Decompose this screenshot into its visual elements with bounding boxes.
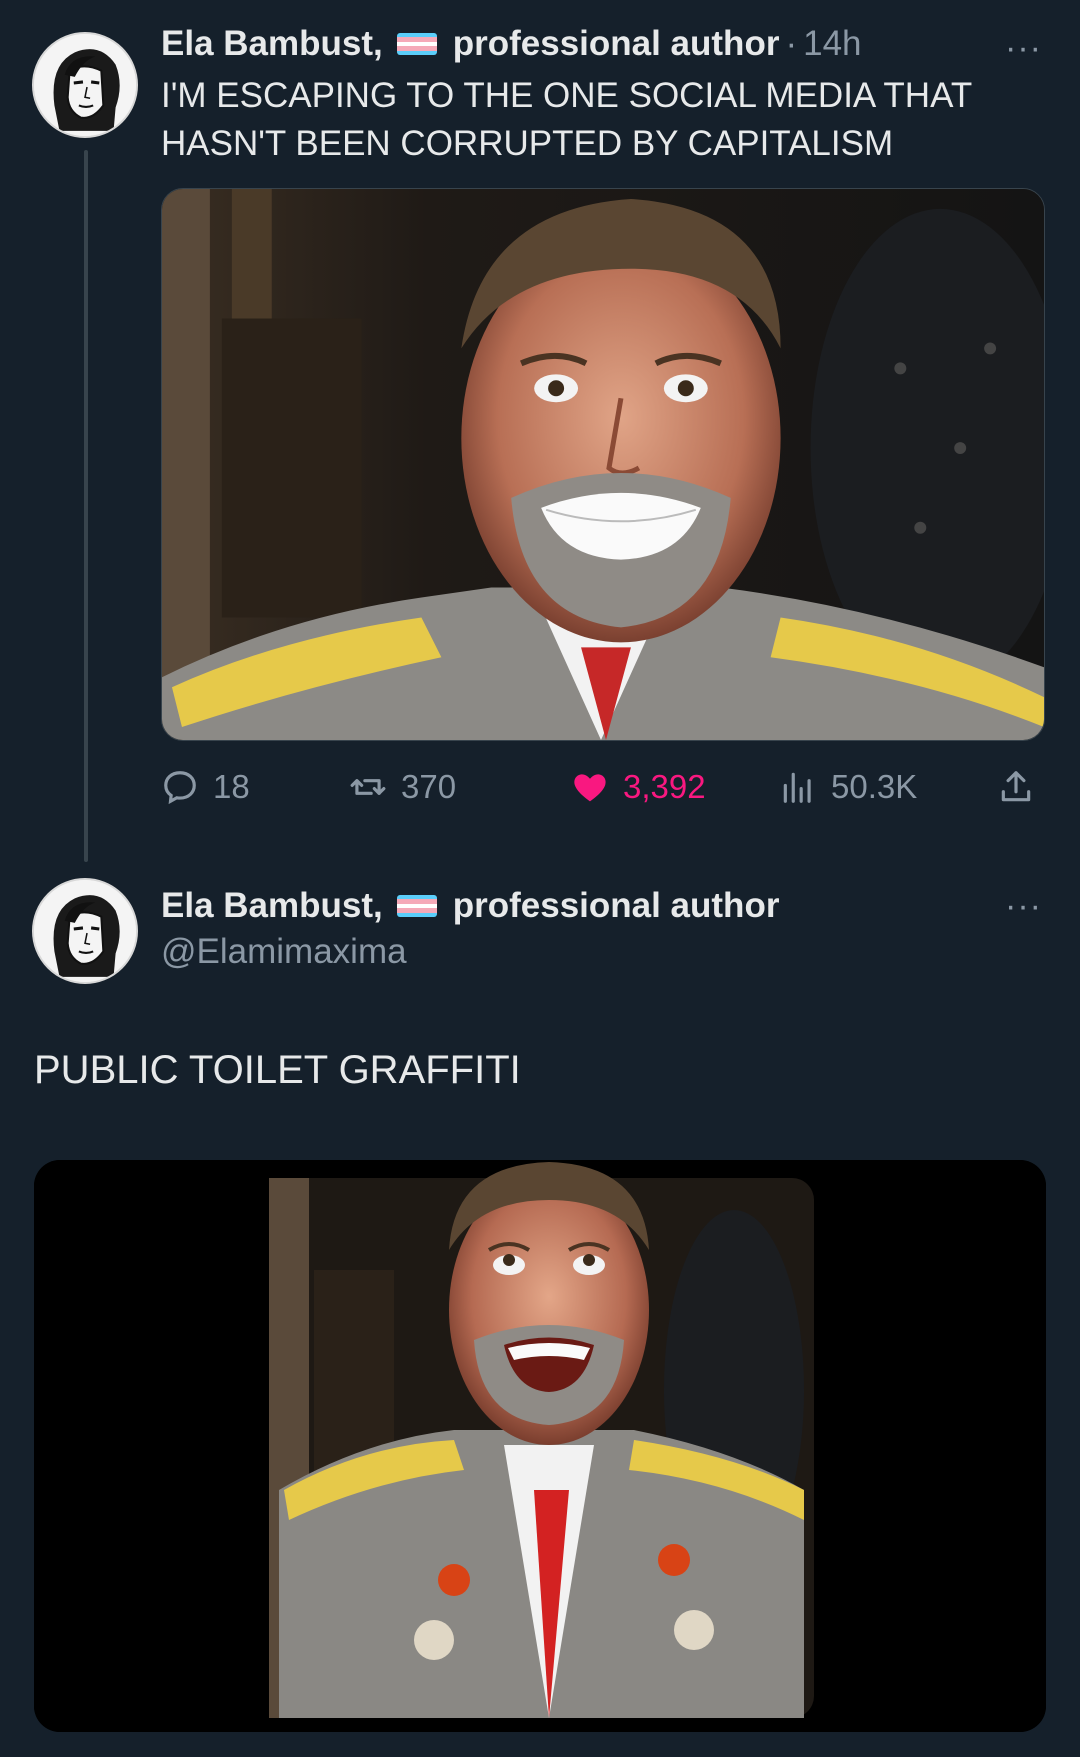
reply-icon (164, 771, 196, 805)
like-heart-icon (574, 774, 606, 802)
views-count: 50.3K (831, 768, 918, 805)
avatar-portrait-image (34, 34, 136, 136)
author-name[interactable]: Ela Bambust, (161, 24, 383, 64)
author-title: professional author (452, 24, 780, 63)
share-icon (1001, 771, 1031, 802)
views-button[interactable]: 50.3K (779, 762, 917, 812)
tweet-timestamp[interactable]: 14h (803, 24, 861, 64)
trans-flag-emoji (396, 33, 437, 55)
header-separator: · (785, 24, 798, 63)
tweet2-text: PUBLIC TOILET GRAFFITI (34, 1048, 521, 1092)
tweet1-text: I'M ESCAPING TO THE ONE SOCIAL MEDIA THA… (161, 72, 1041, 168)
reply-count: 18 (213, 768, 250, 805)
retweet-icon (350, 779, 386, 795)
avatar-portrait-image (34, 880, 136, 982)
retweet-count: 370 (401, 768, 457, 805)
views-icon (783, 772, 811, 803)
tweet2-image[interactable] (34, 1160, 1046, 1732)
tweet1-text-line1: I'M ESCAPING TO THE ONE SOCIAL MEDIA THA… (161, 76, 973, 115)
share-button[interactable] (997, 762, 1049, 812)
tweet2-header: Ela Bambust, professional author (161, 886, 779, 926)
man-in-uniform-grinning-image (162, 189, 1044, 740)
timeline: Ela Bambust, professional author · 14h ·… (0, 0, 1080, 1757)
author-handle[interactable]: @Elamimaxima (161, 932, 407, 972)
reply-button[interactable]: 18 (161, 762, 250, 812)
more-icon[interactable]: ··· (1005, 889, 1042, 923)
more-icon[interactable]: ··· (1005, 31, 1042, 65)
author-name[interactable]: Ela Bambust, (161, 886, 383, 926)
handle-row: @Elamimaxima (161, 932, 407, 972)
like-count: 3,392 (623, 768, 706, 805)
tweet1-image[interactable] (161, 188, 1045, 741)
author-avatar[interactable] (32, 32, 138, 138)
tweet1-text-line2: HASN'T BEEN CORRUPTED BY CAPITALISM (161, 124, 894, 163)
tweet1-action-bar: 18 370 3,392 50.3K (161, 762, 1045, 812)
thread-connector-line (84, 150, 88, 862)
trans-flag-emoji (396, 895, 437, 917)
retweet-button[interactable]: 370 (349, 762, 456, 812)
like-button[interactable]: 3,392 (571, 762, 706, 812)
author-avatar[interactable] (32, 878, 138, 984)
author-title: professional author (452, 886, 780, 925)
tweet1-header: Ela Bambust, professional author · 14h (161, 24, 862, 64)
man-in-uniform-laughing-image (34, 1160, 1046, 1732)
